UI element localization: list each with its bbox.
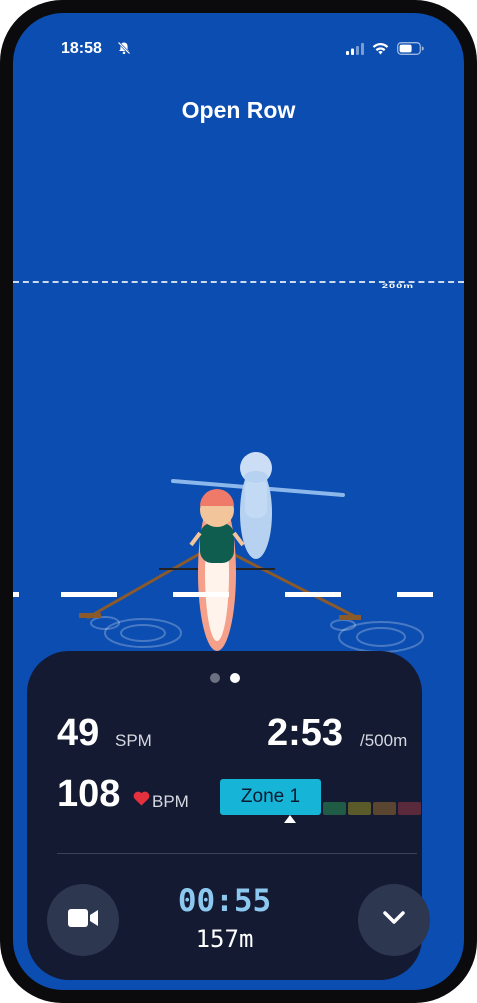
panel-divider <box>57 853 417 854</box>
lane-marker-dashed <box>61 592 433 597</box>
rowing-scene <box>79 452 424 653</box>
cellular-signal-icon <box>346 42 364 60</box>
pace-unit: /500m <box>360 731 408 750</box>
ghost-rower <box>171 452 345 559</box>
heart-rate-unit: BPM <box>152 792 189 811</box>
page-dot-1[interactable] <box>209 673 220 683</box>
distance-marker-label: 200m <box>381 283 414 290</box>
player-rower <box>79 489 361 651</box>
heart-rate-zone-badge: Zone 1 <box>220 779 321 815</box>
zone-4-segment <box>373 802 396 815</box>
status-time: 18:58 <box>61 40 102 57</box>
status-bar: 18:58 <box>13 13 464 63</box>
page-title: Open Row <box>181 97 296 123</box>
zone-indicator-triangle <box>284 815 296 823</box>
phone-frame: 18:58 Open Row 200m 49 SPM 2:53 /500m 10… <box>0 0 477 1003</box>
collapse-button[interactable] <box>358 884 430 956</box>
lane-marker <box>13 592 19 597</box>
chevron-down-icon <box>382 910 406 931</box>
pace-value: 2:53 <box>267 712 344 754</box>
zone-5-segment <box>398 802 421 815</box>
stroke-rate-unit: SPM <box>115 731 152 750</box>
battery-icon <box>397 42 424 60</box>
page-indicator <box>27 673 422 683</box>
zone-2-segment <box>323 802 346 815</box>
ripple-rings <box>90 616 424 653</box>
app-screen: 18:58 Open Row 200m 49 SPM 2:53 /500m 10… <box>13 13 464 990</box>
wifi-icon <box>372 42 389 60</box>
silent-bell-icon <box>117 41 131 60</box>
metrics-panel: 49 SPM 2:53 /500m 108 BPM Zone 1 00:55 1… <box>27 651 430 980</box>
zone-3-segment <box>348 802 371 815</box>
heart-rate-value: 108 <box>57 773 121 815</box>
heart-icon <box>133 791 150 811</box>
page-dot-2[interactable] <box>229 673 240 683</box>
stroke-rate-value: 49 <box>57 712 100 754</box>
